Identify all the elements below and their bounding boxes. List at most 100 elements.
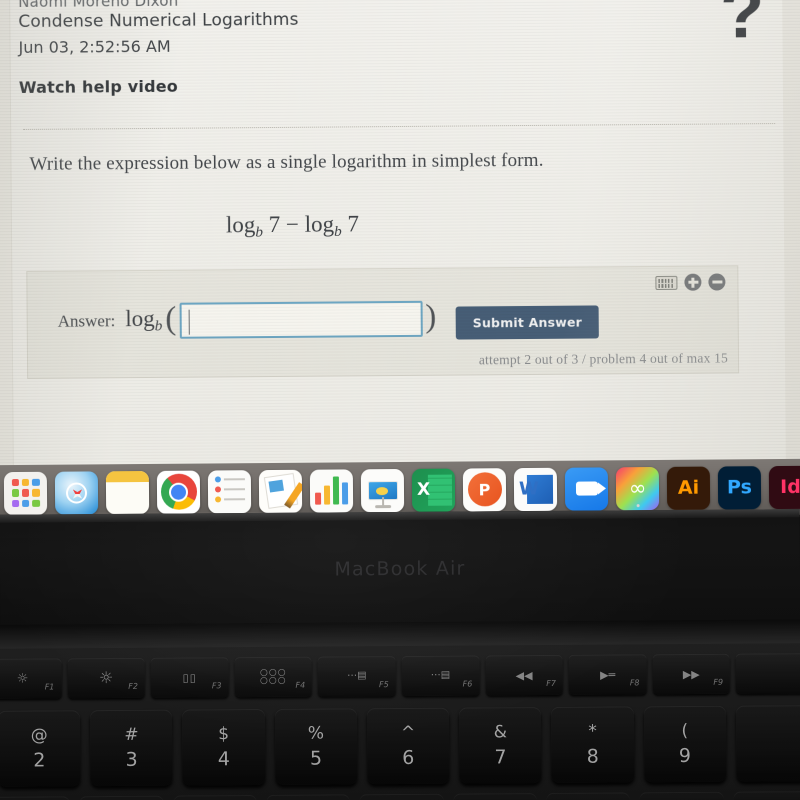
watch-help-video-link[interactable]: Watch help video: [19, 73, 639, 97]
number-key-row: @ 2 # 3 $ 4 % 5 ^ 6 & 7 * 8 (9: [0, 705, 800, 791]
word-icon: W: [518, 478, 539, 500]
page-right-margin: [782, 0, 800, 463]
dock-item-creative-cloud[interactable]: ∞: [615, 466, 660, 510]
key-row3-6[interactable]: [453, 793, 537, 800]
dock-item-pages[interactable]: [258, 469, 303, 513]
key-9[interactable]: ( 9: [643, 705, 727, 783]
key-row3-2[interactable]: [79, 795, 164, 800]
dock-item-zoom[interactable]: [564, 466, 609, 511]
zoom-in-icon[interactable]: [684, 273, 702, 291]
dock-item-reminders[interactable]: [207, 469, 252, 514]
fast-forward-key[interactable]: ▶▶ F9: [652, 653, 731, 695]
page-left-margin: [0, 0, 14, 470]
mission-control-icon: ▯▯: [182, 670, 197, 685]
brightness-up-key[interactable]: ☼ F2: [67, 657, 146, 699]
math-expression: logb 7 − logb 7: [226, 211, 359, 241]
safari-icon: [65, 481, 88, 504]
dock-item-safari[interactable]: [54, 470, 99, 515]
laptop-photo: Naomi Moreno Dixon Condense Numerical Lo…: [0, 0, 800, 800]
dock-item-notes[interactable]: [105, 470, 150, 514]
key-partial-right[interactable]: [735, 705, 800, 782]
question-prompt: Write the expression below as a single l…: [29, 149, 544, 175]
assignment-title: Condense Numerical Logarithms: [18, 9, 299, 32]
notes-icon: [105, 470, 149, 482]
dock-item-launchpad[interactable]: [3, 471, 48, 515]
launchpad-icon: [11, 478, 40, 508]
answer-log-prefix: logb: [125, 306, 163, 335]
key-row3-8[interactable]: [639, 791, 724, 800]
third-key-row: [0, 791, 800, 800]
powerpoint-icon: P: [467, 472, 502, 507]
creative-cloud-icon: ∞: [628, 476, 647, 501]
dock-item-indesign[interactable]: Id: [768, 465, 800, 509]
key-8[interactable]: * 8: [551, 706, 634, 783]
divider: [23, 123, 776, 130]
dock-item-keynote[interactable]: [360, 468, 405, 512]
key-row3-9[interactable]: [733, 791, 800, 800]
assignment-header: Naomi Moreno Dixon Condense Numerical Lo…: [18, 0, 639, 97]
brightness-down-icon: ☼: [16, 671, 29, 687]
key-5[interactable]: % 5: [274, 708, 358, 785]
log-1: log: [225, 212, 256, 238]
log-1-base: b: [255, 223, 264, 241]
key-row3-3[interactable]: [173, 795, 257, 800]
launchpad-key[interactable]: ○○○ ○○○ F4: [234, 656, 313, 698]
laptop-base: ☼ F1 ☼ F2 ▯▯ F3 ○○○ ○○○ F4 ⋯▤ F5 ⋯▤ F6 ◀…: [0, 619, 800, 800]
laptop-screen: Naomi Moreno Dixon Condense Numerical Lo…: [0, 0, 800, 470]
key-row3-5[interactable]: [359, 793, 444, 800]
play-pause-icon: ▶═: [600, 667, 616, 682]
key-4[interactable]: $ 4: [182, 708, 266, 786]
timestamp: Jun 03, 2:52:56 AM: [18, 36, 171, 57]
key-3[interactable]: # 3: [90, 709, 173, 787]
launchpad-key-icon: ○○○ ○○○: [259, 667, 287, 686]
dock-item-powerpoint[interactable]: P: [462, 467, 507, 512]
log-1-arg: 7: [268, 211, 281, 238]
student-name: Naomi Moreno Dixon: [18, 0, 638, 7]
answer-input[interactable]: [179, 300, 423, 339]
log-2-base: b: [334, 222, 342, 240]
answer-label: Answer:: [57, 311, 116, 331]
keyboard-icon[interactable]: [655, 275, 678, 290]
keyboard-brightness-up-key[interactable]: ⋯▤ F6: [401, 655, 480, 696]
keyboard-backlight-down-icon: ⋯▤: [347, 670, 367, 682]
dock-item-excel[interactable]: X: [411, 468, 456, 512]
zoom-out-icon[interactable]: [708, 273, 726, 291]
numbers-icon: [315, 476, 349, 505]
brightness-down-key[interactable]: ☼ F1: [0, 658, 62, 699]
log-2: log: [304, 211, 335, 237]
key-row3-1[interactable]: [0, 796, 71, 800]
minus-operator: −: [285, 211, 300, 237]
answer-toolbar: [655, 273, 726, 291]
keyboard-brightness-down-key[interactable]: ⋯▤ F5: [317, 656, 396, 697]
attempt-status: attempt 2 out of 3 / problem 4 out of ma…: [478, 350, 729, 368]
mission-control-key[interactable]: ▯▯ F3: [150, 657, 229, 698]
rewind-key[interactable]: ◀◀ F7: [485, 654, 564, 696]
zoom-app-icon: [575, 481, 598, 496]
dock-item-numbers[interactable]: [309, 468, 354, 513]
question-mark-icon[interactable]: ?: [720, 0, 765, 53]
key-6[interactable]: ^ 6: [366, 707, 450, 785]
excel-icon: X: [416, 479, 431, 500]
open-paren: (: [165, 300, 177, 337]
key-2[interactable]: @ 2: [0, 710, 81, 787]
key-row3-4[interactable]: [266, 794, 351, 800]
f10-key[interactable]: [735, 653, 800, 694]
play-pause-key[interactable]: ▶═ F8: [568, 654, 647, 695]
dock-item-photoshop[interactable]: Ps: [717, 465, 762, 510]
answer-panel: Answer: logb ( ) Submit Answer attempt 2…: [26, 265, 740, 379]
dock-item-illustrator[interactable]: Ai: [666, 466, 711, 510]
key-7[interactable]: & 7: [459, 707, 542, 784]
chrome-icon: [160, 473, 197, 510]
submit-answer-button[interactable]: Submit Answer: [455, 305, 600, 340]
dock-item-chrome[interactable]: [156, 470, 201, 514]
brightness-up-icon: ☼: [98, 668, 114, 688]
function-key-row: ☼ F1 ☼ F2 ▯▯ F3 ○○○ ○○○ F4 ⋯▤ F5 ⋯▤ F6 ◀…: [0, 653, 800, 701]
macbook-model-label: MacBook Air: [334, 557, 466, 581]
dock-item-word[interactable]: W: [513, 467, 558, 511]
laptop-hinge: [0, 619, 800, 649]
keyboard-backlight-up-icon: ⋯▤: [430, 669, 451, 681]
close-paren: ): [425, 298, 437, 335]
log-2-arg: 7: [347, 211, 359, 237]
key-row3-7[interactable]: [546, 792, 631, 800]
screen-bezel: MacBook Air: [0, 509, 800, 633]
